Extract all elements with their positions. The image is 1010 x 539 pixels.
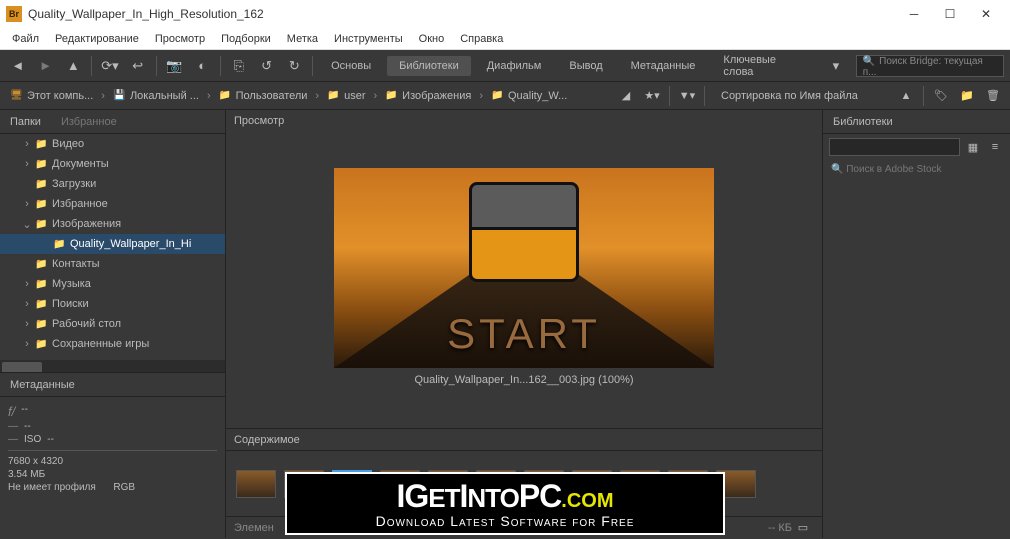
tree-downloads[interactable]: 📁Загрузки <box>0 174 225 194</box>
tab-folders[interactable]: Папки <box>4 114 47 130</box>
watermark-overlay: IGETINTOPC.COM Download Latest Software … <box>285 472 725 535</box>
tree-images[interactable]: ⌄📁Изображения <box>0 214 225 234</box>
menu-label[interactable]: Метка <box>279 28 326 49</box>
funnel-icon[interactable]: ▼▾ <box>676 85 698 107</box>
label-icon[interactable]: 🏷 <box>930 85 952 107</box>
back-button[interactable]: ◄ <box>6 54 30 78</box>
menu-view[interactable]: Просмотр <box>147 28 213 49</box>
menu-window[interactable]: Окно <box>411 28 453 49</box>
open-icon[interactable]: ⎘ <box>227 54 251 78</box>
breadcrumb-bar: 🖥Этот компь... › 💾Локальный ... › 📁Польз… <box>0 82 1010 110</box>
boomerang-button[interactable]: ↩ <box>126 54 150 78</box>
meta-iso: —ISO-- <box>8 433 217 446</box>
menubar: Файл Редактирование Просмотр Подборки Ме… <box>0 28 1010 50</box>
tab-essentials[interactable]: Основы <box>319 56 383 76</box>
sort-dropdown[interactable]: Сортировка по Имя файла <box>711 88 891 104</box>
search-placeholder: Поиск Bridge: текущая п... <box>863 56 983 78</box>
tree-quality-wallpaper[interactable]: 📁Quality_Wallpaper_In_Hi <box>0 234 225 254</box>
tree-music[interactable]: ›📁Музыка <box>0 274 225 294</box>
meta-shutter: —-- <box>8 420 217 433</box>
start-text: START <box>447 310 601 358</box>
toolbar: ◄ ► ▲ ⟳▾ ↩ 📷 ◐ ⎘ ↺ ↻ Основы Библиотеки Д… <box>0 50 1010 82</box>
folder-icon: 📁 <box>327 90 341 101</box>
chevron-down-icon[interactable]: ▾ <box>824 54 848 78</box>
folders-header: Папки Избранное <box>0 110 225 134</box>
menu-file[interactable]: Файл <box>4 28 47 49</box>
meta-dimensions: 7680 x 4320 <box>8 455 217 468</box>
folder-icon: 📁 <box>385 90 399 101</box>
search-icon: 🔍 <box>863 56 875 67</box>
meta-fstop: f/-- <box>8 403 217 420</box>
grid-view-icon[interactable]: ▦ <box>964 138 982 156</box>
tree-desktop[interactable]: ›📁Рабочий стол <box>0 314 225 334</box>
tab-keywords[interactable]: Ключевые слова <box>711 50 820 82</box>
tree-documents[interactable]: ›📁Документы <box>0 154 225 174</box>
crumb-user[interactable]: 📁user <box>323 88 369 104</box>
recent-button[interactable]: ⟳▾ <box>98 54 122 78</box>
sort-asc-icon[interactable]: ▲ <box>895 85 917 107</box>
tree-searches[interactable]: ›📁Поиски <box>0 294 225 314</box>
menu-edit[interactable]: Редактирование <box>47 28 147 49</box>
tab-filmstrip[interactable]: Диафильм <box>475 56 554 76</box>
app-icon: Br <box>6 6 22 22</box>
content-header: Содержимое <box>226 428 822 450</box>
crumb-drive[interactable]: 💾Локальный ... <box>109 88 203 104</box>
computer-icon: 🖥 <box>10 90 24 101</box>
library-search[interactable]: 🔍 Поиск в Adobe Stock <box>823 160 1010 179</box>
left-panel: Папки Избранное ›📁Видео ›📁Документы 📁Заг… <box>0 110 226 538</box>
tree-favorites[interactable]: ›📁Избранное <box>0 194 225 214</box>
tab-favorites[interactable]: Избранное <box>55 114 123 130</box>
tree-contacts[interactable]: 📁Контакты <box>0 254 225 274</box>
trash-icon[interactable]: 🗑 <box>982 85 1004 107</box>
list-view-icon[interactable]: ≡ <box>986 138 1004 156</box>
menu-tools[interactable]: Инструменты <box>326 28 411 49</box>
rating-icon[interactable]: ★▾ <box>641 85 663 107</box>
tree-scrollbar[interactable] <box>0 360 225 372</box>
tree-video[interactable]: ›📁Видео <box>0 134 225 154</box>
camera-icon[interactable]: 📷 <box>163 54 187 78</box>
folder-icon: 📁 <box>219 90 233 101</box>
preview-caption: Quality_Wallpaper_In...162__003.jpg (100… <box>408 368 639 392</box>
rotate-ccw-icon[interactable]: ↺ <box>255 54 279 78</box>
right-panel: Библиотеки ▦ ≡ 🔍 Поиск в Adobe Stock <box>822 110 1010 538</box>
tab-libraries[interactable]: Библиотеки <box>387 56 471 76</box>
titlebar: Br Quality_Wallpaper_In_High_Resolution_… <box>0 0 1010 28</box>
new-folder-icon[interactable]: 📁 <box>956 85 978 107</box>
thumbnail-size-icon[interactable]: ▭ <box>792 517 814 539</box>
tree-saved-games[interactable]: ›📁Сохраненные игры <box>0 334 225 354</box>
tab-output[interactable]: Вывод <box>557 56 614 76</box>
menu-stacks[interactable]: Подборки <box>213 28 279 49</box>
rotate-cw-icon[interactable]: ↻ <box>282 54 306 78</box>
meta-filesize: 3.54 МБ <box>8 468 217 481</box>
window-title: Quality_Wallpaper_In_High_Resolution_162 <box>28 7 896 21</box>
filter-icon[interactable]: ◢ <box>615 85 637 107</box>
library-select[interactable] <box>829 138 960 156</box>
folder-tree: ›📁Видео ›📁Документы 📁Загрузки ›📁Избранно… <box>0 134 225 360</box>
refine-icon[interactable]: ◐ <box>190 54 214 78</box>
preview-image[interactable]: START <box>334 168 714 368</box>
tab-meta[interactable]: Метаданные <box>4 377 81 393</box>
status-items: Элемен <box>234 522 274 534</box>
tab-metadata[interactable]: Метаданные <box>619 56 708 76</box>
menu-help[interactable]: Справка <box>452 28 511 49</box>
forward-button[interactable]: ► <box>34 54 58 78</box>
thumb-1[interactable] <box>236 470 276 498</box>
crumb-users[interactable]: 📁Пользователи <box>215 88 312 104</box>
minimize-button[interactable]: ─ <box>896 0 932 28</box>
meta-profile: Не имеет профиля RGB <box>8 481 217 494</box>
metadata-panel: Метаданные f/-- —-- —ISO-- 7680 x 4320 3… <box>0 372 225 500</box>
search-input[interactable]: 🔍Поиск Bridge: текущая п... <box>856 55 1004 77</box>
preview-area: START Quality_Wallpaper_In...162__003.jp… <box>226 132 822 428</box>
maximize-button[interactable]: ☐ <box>932 0 968 28</box>
drive-icon: 💾 <box>113 90 127 101</box>
tab-libraries-panel[interactable]: Библиотеки <box>827 114 899 130</box>
crumb-computer[interactable]: 🖥Этот компь... <box>6 88 97 104</box>
folder-icon: 📁 <box>491 90 505 101</box>
crumb-current[interactable]: 📁Quality_W... <box>487 88 571 104</box>
preview-header: Просмотр <box>226 110 822 132</box>
crumb-images[interactable]: 📁Изображения <box>381 88 475 104</box>
close-button[interactable]: ✕ <box>968 0 1004 28</box>
status-size: -- КБ <box>768 522 792 534</box>
up-button[interactable]: ▲ <box>61 54 85 78</box>
